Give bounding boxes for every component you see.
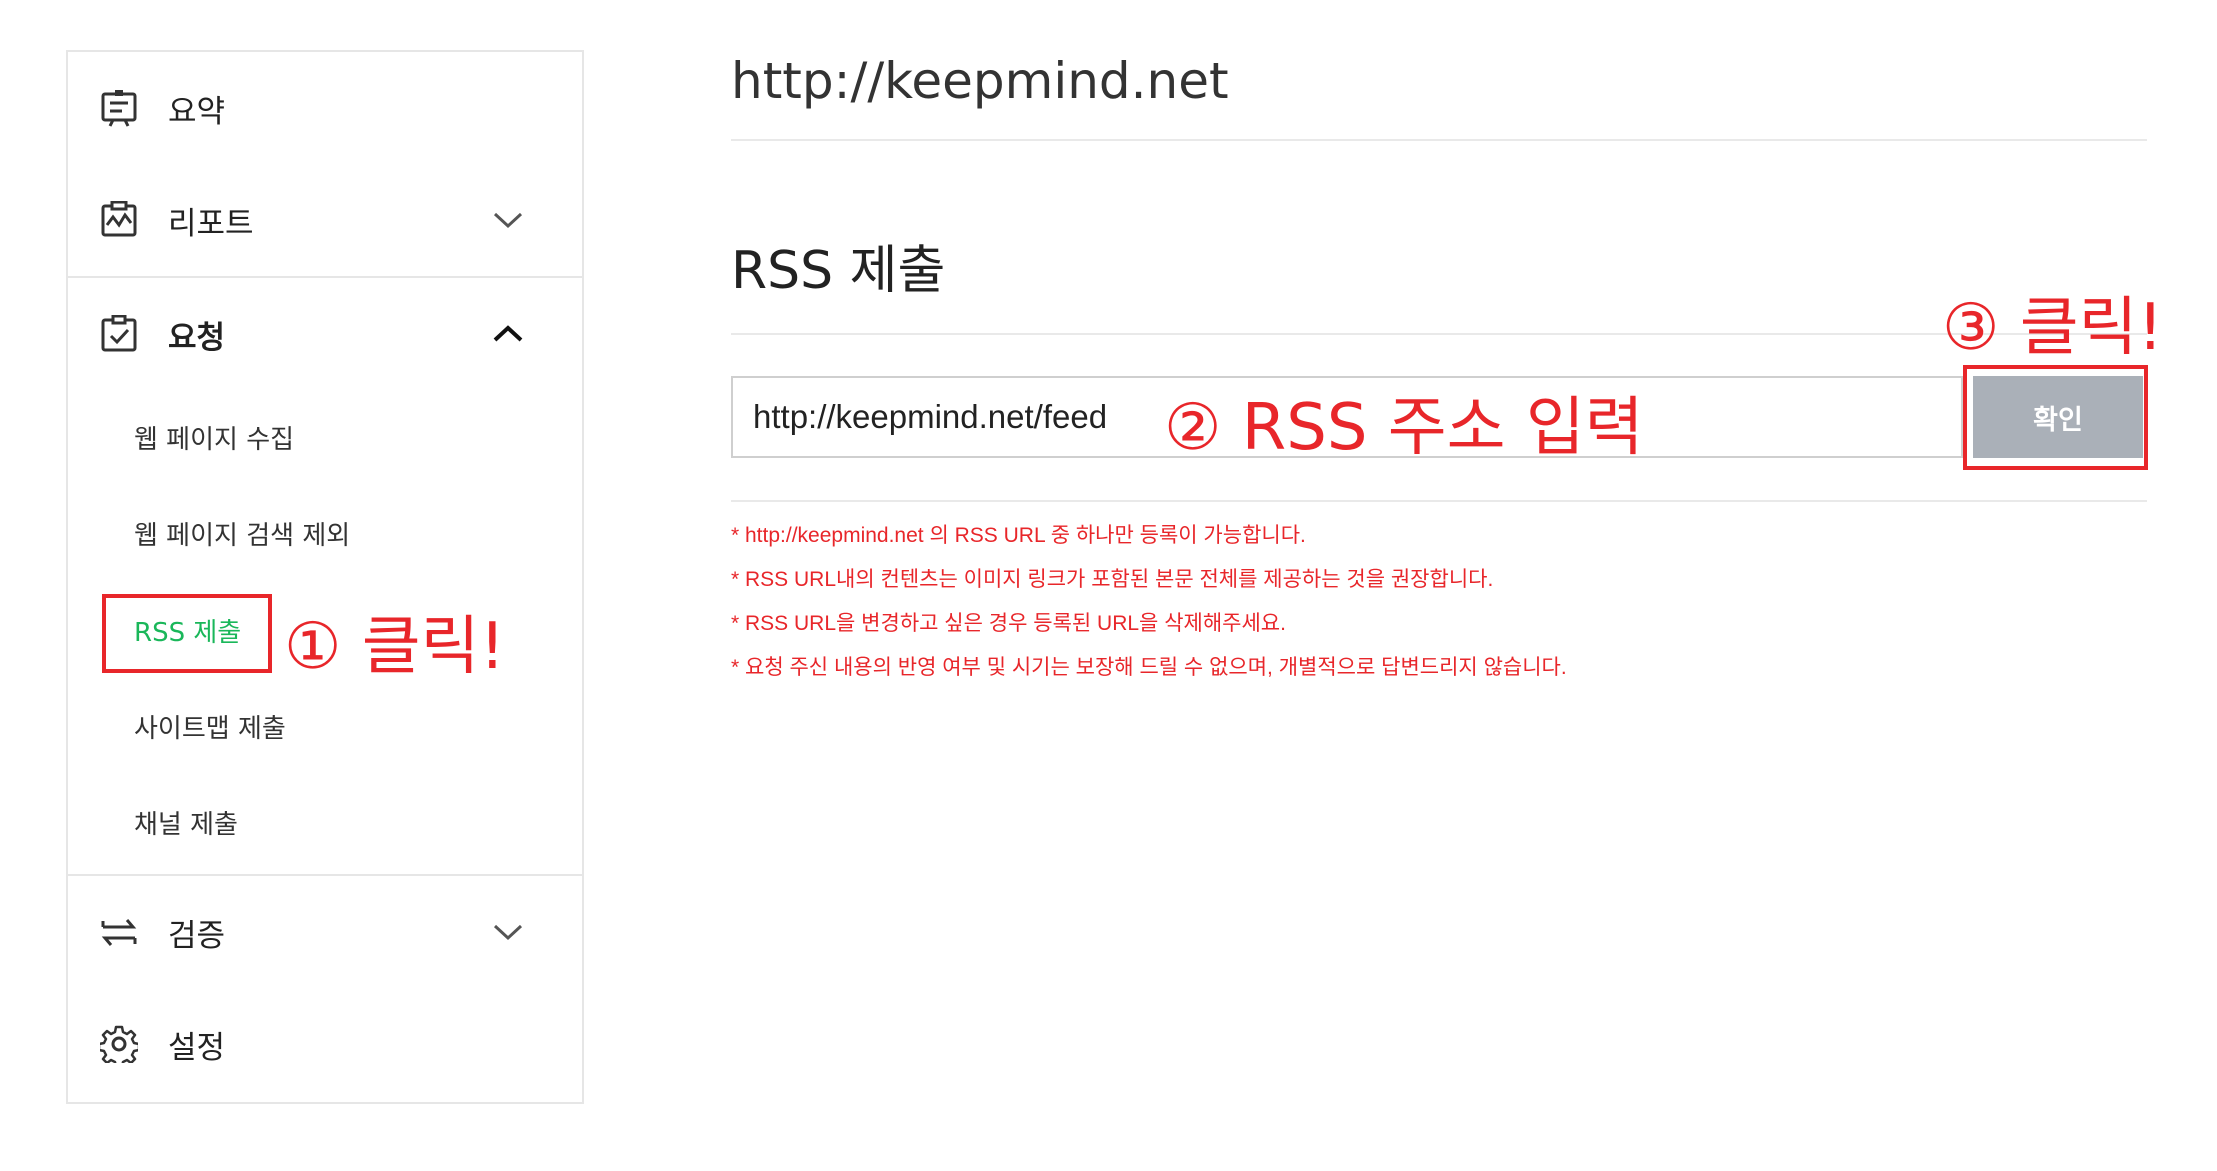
verify-icon bbox=[101, 919, 137, 946]
sidebar-item-summary[interactable]: 요약 bbox=[68, 52, 582, 164]
notice-list: * http://keepmind.net 의 RSS URL 중 하나만 등록… bbox=[731, 521, 1567, 697]
highlight-box-rss-submit bbox=[102, 594, 272, 673]
sidebar-subitem-web-page-exclude[interactable]: 웹 페이지 검색 제외 bbox=[134, 515, 350, 552]
sidebar-item-request-label: 요청 bbox=[168, 319, 226, 356]
chevron-up-icon[interactable] bbox=[492, 324, 524, 344]
notice-item: * 요청 주신 내용의 반영 여부 및 시기는 보장해 드릴 수 없으며, 개별… bbox=[731, 656, 1567, 679]
sidebar-item-summary-label: 요약 bbox=[168, 93, 226, 130]
request-icon bbox=[101, 315, 137, 352]
input-divider bbox=[731, 500, 2147, 502]
site-url-title: http://keepmind.net bbox=[731, 52, 1229, 110]
sidebar-item-report-label: 리포트 bbox=[168, 205, 254, 242]
summary-icon bbox=[101, 90, 137, 127]
chevron-down-icon[interactable] bbox=[492, 210, 524, 230]
sidebar: 요약 리포트 요청 웹 페이지 수집 웹 페이지 검색 제외 RSS 제출 사이… bbox=[66, 50, 584, 1104]
chevron-down-icon[interactable] bbox=[492, 922, 524, 942]
notice-item: * http://keepmind.net 의 RSS URL 중 하나만 등록… bbox=[731, 524, 1306, 547]
sidebar-item-settings[interactable]: 설정 bbox=[68, 988, 582, 1100]
sidebar-subitem-channel-submit[interactable]: 채널 제출 bbox=[134, 804, 238, 841]
sidebar-item-settings-label: 설정 bbox=[168, 1029, 226, 1066]
sidebar-item-verify-label: 검증 bbox=[168, 917, 226, 954]
title-divider bbox=[731, 333, 2147, 335]
sidebar-subitem-sitemap-submit[interactable]: 사이트맵 제출 bbox=[134, 708, 286, 745]
highlight-box-confirm bbox=[1963, 365, 2148, 470]
notice-item: * RSS URL내의 컨텐츠는 이미지 링크가 포함된 본문 전체를 제공하는… bbox=[731, 568, 1494, 591]
sidebar-item-verify[interactable]: 검증 bbox=[68, 876, 582, 988]
annotation-step2: ② RSS 주소 입력 bbox=[1164, 391, 1644, 465]
settings-icon bbox=[100, 1025, 138, 1063]
sidebar-item-report[interactable]: 리포트 bbox=[68, 164, 582, 276]
report-icon bbox=[101, 201, 137, 237]
annotation-step1: ① 클릭! bbox=[284, 610, 506, 684]
sidebar-item-request[interactable]: 요청 bbox=[68, 278, 582, 390]
notice-item: * RSS URL을 변경하고 싶은 경우 등록된 URL을 삭제해주세요. bbox=[731, 612, 1286, 635]
annotation-step3: ③ 클릭! bbox=[1942, 291, 2164, 365]
header-divider bbox=[731, 139, 2147, 141]
sidebar-subitem-web-page-collect[interactable]: 웹 페이지 수집 bbox=[134, 419, 294, 456]
page-title: RSS 제출 bbox=[731, 241, 946, 301]
